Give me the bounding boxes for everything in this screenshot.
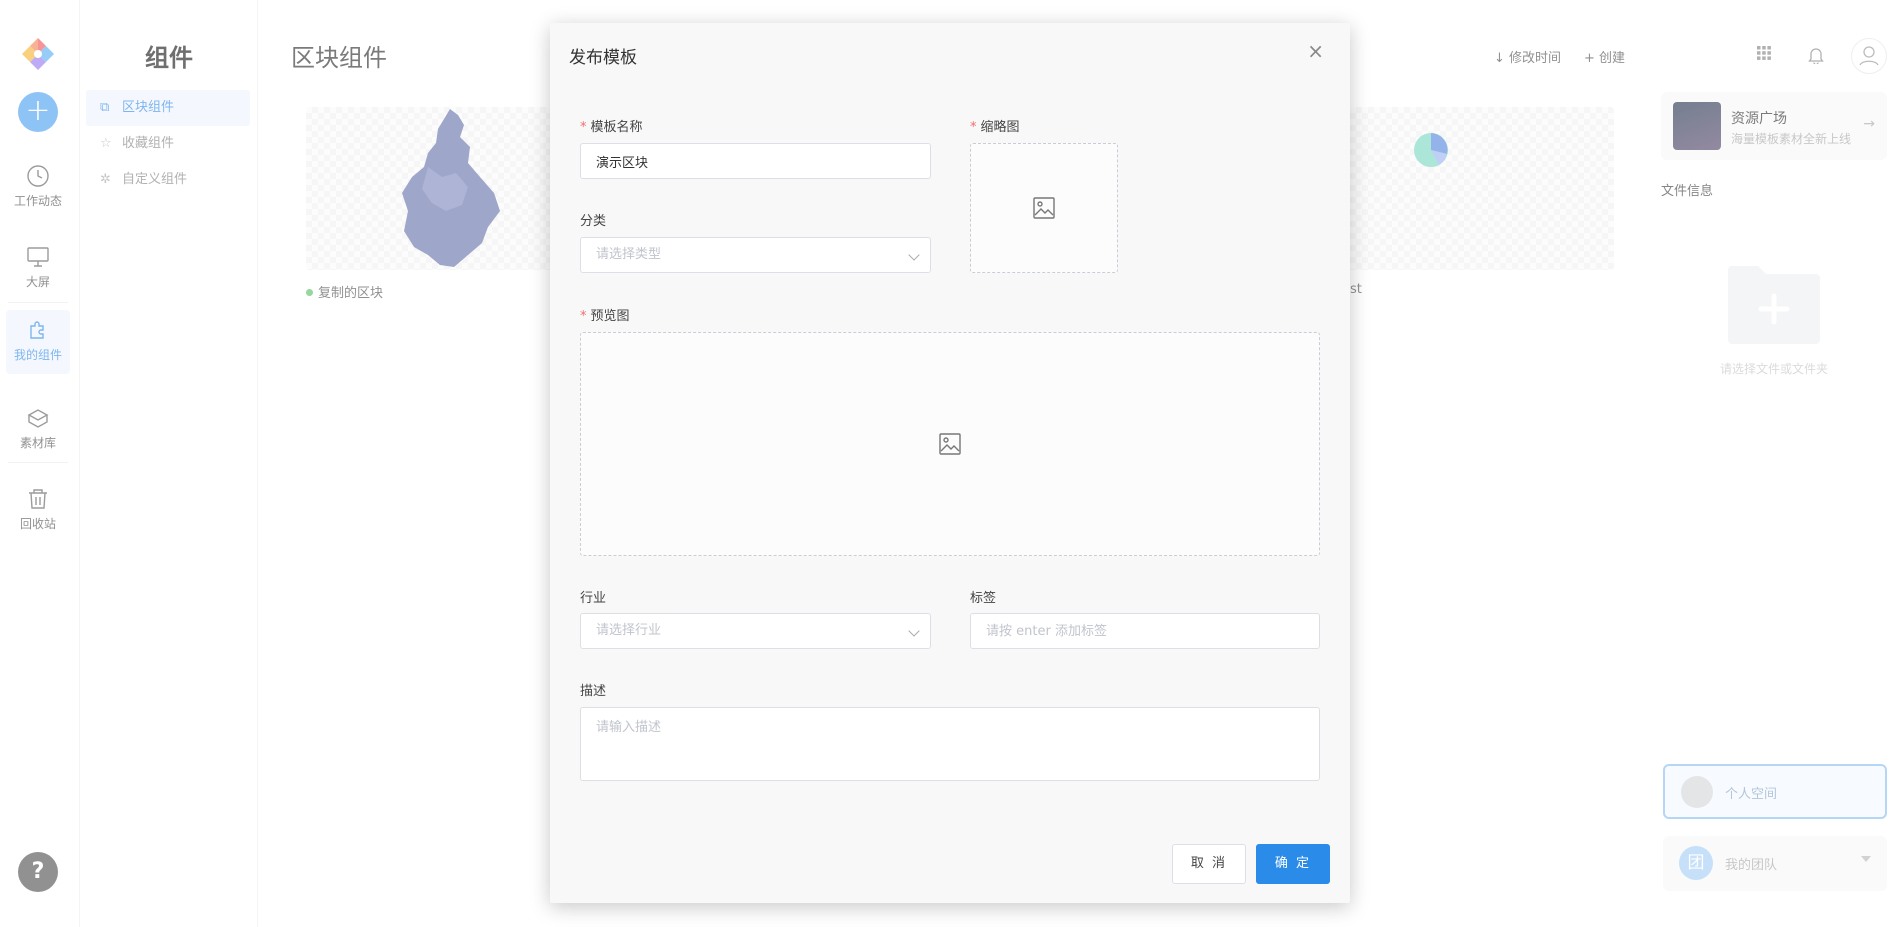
tags-label: 标签 <box>970 591 997 606</box>
cancel-button[interactable]: 取 消 <box>1172 844 1246 884</box>
dialog-title: 发布模板 <box>569 48 637 68</box>
template-name-input[interactable] <box>580 143 931 179</box>
category-placeholder: 请选择类型 <box>596 247 662 262</box>
industry-select[interactable]: 请选择行业 <box>580 613 931 649</box>
preview-label: * 预览图 <box>580 305 630 324</box>
category-label: 分类 <box>580 214 607 229</box>
industry-label: 行业 <box>580 591 607 606</box>
publish-template-dialog: 发布模板 × *模板名称 *缩略图 分类 请选择类型 *预览图 行业 请选择行业… <box>550 23 1350 903</box>
chevron-down-icon <box>908 249 920 261</box>
preview-upload[interactable] <box>580 332 1320 556</box>
industry-placeholder: 请选择行业 <box>596 623 662 638</box>
image-icon <box>1033 197 1055 219</box>
image-icon <box>939 433 961 455</box>
label-text: 缩略图 <box>980 120 1020 135</box>
thumbnail-label: * 缩略图 <box>970 116 1020 135</box>
required-mark: * <box>580 120 587 135</box>
category-select[interactable]: 请选择类型 <box>580 237 931 273</box>
tags-input[interactable] <box>970 613 1320 649</box>
required-mark: * <box>580 309 587 324</box>
close-icon[interactable]: × <box>1307 41 1324 61</box>
label-text: 预览图 <box>590 309 630 324</box>
chevron-down-icon <box>908 625 920 637</box>
description-textarea[interactable] <box>580 707 1320 781</box>
label-text: 模板名称 <box>590 120 643 135</box>
thumbnail-upload[interactable] <box>970 143 1118 273</box>
description-label: 描述 <box>580 684 607 699</box>
template-name-label: * 模板名称 <box>580 116 643 135</box>
required-mark: * <box>970 120 977 135</box>
confirm-button[interactable]: 确 定 <box>1256 844 1330 884</box>
